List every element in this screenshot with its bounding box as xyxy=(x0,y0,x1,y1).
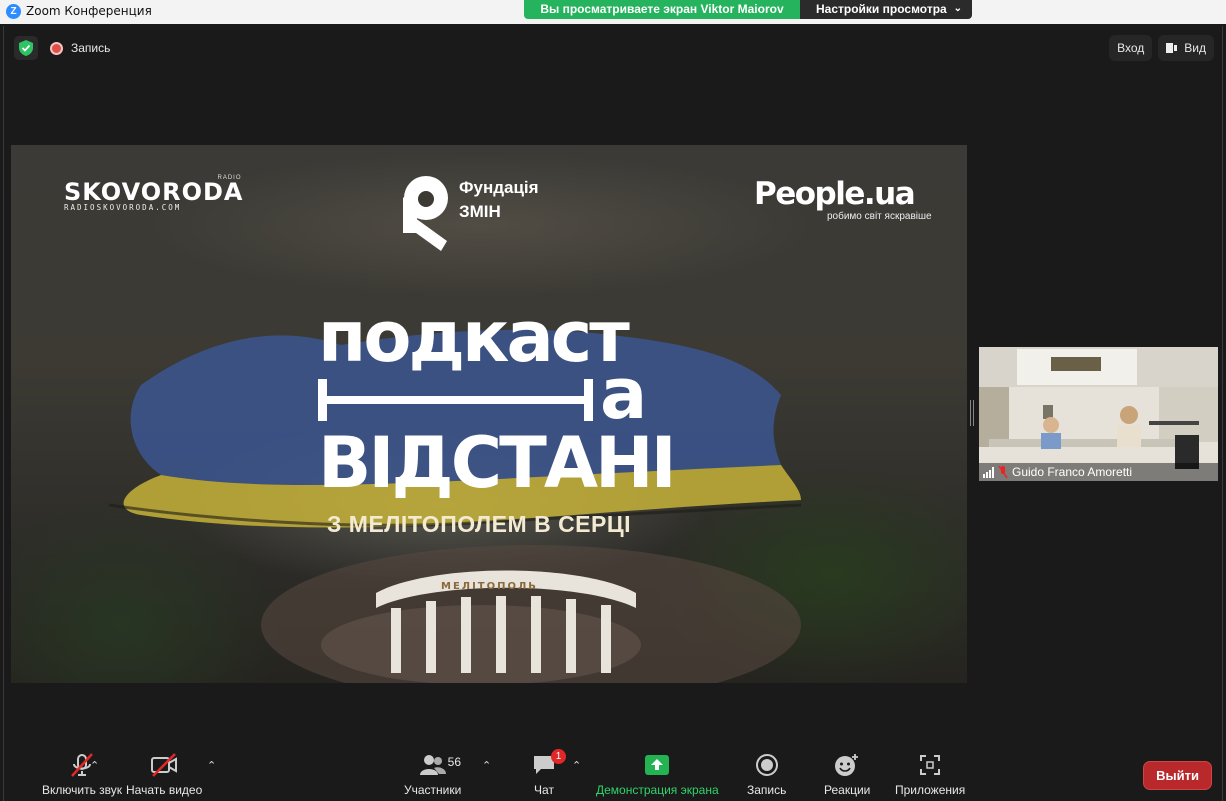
reactions-button[interactable]: Реакции xyxy=(824,749,870,797)
melitopol-arch-image: МЕЛІТОПОЛЬ xyxy=(371,553,641,683)
fund-name-line1: Фундація xyxy=(459,178,539,197)
headline-line3: ВІДСТАНІ xyxy=(318,422,677,504)
meeting-window: Запись Вход Вид RADIO SKOVORODA RADIOSKO… xyxy=(3,26,1223,801)
people-ua-logo: People.ua робимо світ яскравіше xyxy=(754,176,932,222)
recording-indicator[interactable]: Запись xyxy=(50,41,110,55)
view-settings-label: Настройки просмотра xyxy=(816,2,947,16)
fund-logo-icon xyxy=(403,176,448,251)
meeting-toolbar: Включить звук ⌃ Начать видео ⌃ 56 Участн… xyxy=(4,745,1224,801)
reactions-smiley-icon xyxy=(835,754,859,776)
share-screen-icon xyxy=(645,755,670,775)
view-button[interactable]: Вид xyxy=(1158,35,1214,61)
participant-video-image xyxy=(979,347,1218,481)
chat-options-caret-icon[interactable]: ⌃ xyxy=(572,759,581,772)
chat-button[interactable]: 1 Чат xyxy=(532,749,566,797)
headline-line2: а xyxy=(318,359,668,431)
chat-unread-badge: 1 xyxy=(551,749,566,764)
podcast-headline: подкаст а ВІДСТАНІ xyxy=(318,302,677,504)
signal-strength-icon xyxy=(983,466,994,478)
security-shield-icon[interactable] xyxy=(14,36,38,60)
share-screen-label: Демонстрация экрана xyxy=(596,783,719,797)
fund-changes-logo: Фундація ЗМІН xyxy=(403,175,539,251)
recording-label: Запись xyxy=(71,41,111,55)
skovoroda-radio-label: RADIO xyxy=(217,175,242,181)
fund-name-line2: ЗМІН xyxy=(459,202,501,221)
unmute-label: Включить звук xyxy=(42,783,123,797)
view-settings-button[interactable]: Настройки просмотра ⌄ xyxy=(800,0,972,19)
record-button[interactable]: Запись xyxy=(747,749,786,797)
participants-options-caret-icon[interactable]: ⌃ xyxy=(482,759,491,772)
top-right-controls: Вход Вид xyxy=(1109,35,1214,61)
apps-label: Приложения xyxy=(895,783,966,797)
participant-name-bar: Guido Franco Amoretti xyxy=(979,463,1218,481)
shared-screen: RADIO SKOVORODA RADIOSKOVORODA.COM Фунда… xyxy=(11,145,967,683)
start-video-button[interactable]: Начать видео xyxy=(126,749,202,797)
start-video-label: Начать видео xyxy=(126,783,203,797)
video-options-caret-icon[interactable]: ⌃ xyxy=(207,759,216,772)
share-screen-button[interactable]: Демонстрация экрана xyxy=(596,749,719,797)
enter-button[interactable]: Вход xyxy=(1109,35,1153,61)
meeting-info-bar: Запись xyxy=(14,36,110,60)
people-ua-tagline: робимо світ яскравіше xyxy=(827,211,932,222)
headline-line2-text: а xyxy=(600,353,647,435)
recording-dot-icon xyxy=(50,41,63,55)
view-label: Вид xyxy=(1184,41,1206,55)
skovoroda-logo-text: SKOVORODA xyxy=(64,178,244,206)
people-ua-logo-text: People.ua xyxy=(754,176,916,212)
participants-icon xyxy=(419,755,446,775)
window-title: Zoom Конференция xyxy=(26,4,152,18)
unmute-button[interactable]: Включить звук xyxy=(42,749,122,797)
muted-mic-icon xyxy=(998,466,1008,478)
participants-button[interactable]: 56 Участники xyxy=(404,749,461,797)
viewing-screen-notice: Вы просматриваете экран Viktor Maiorov xyxy=(524,0,800,19)
audio-options-caret-icon[interactable]: ⌃ xyxy=(90,759,99,772)
view-grid-icon xyxy=(1166,43,1178,53)
zoom-logo-icon: Z xyxy=(6,4,21,19)
leave-meeting-button[interactable]: Выйти xyxy=(1143,761,1212,790)
participant-name: Guido Franco Amoretti xyxy=(1012,465,1133,479)
participants-label: Участники xyxy=(404,783,462,797)
chevron-down-icon: ⌄ xyxy=(953,3,962,14)
record-label: Запись xyxy=(747,783,787,797)
arch-text: МЕЛІТОПОЛЬ xyxy=(441,581,538,592)
share-banner: Вы просматриваете экран Viktor Maiorov Н… xyxy=(524,0,972,19)
reactions-label: Реакции xyxy=(824,783,871,797)
participants-count: 56 xyxy=(447,755,462,769)
apps-icon xyxy=(920,755,941,775)
podcast-subheadline: З МЕЛІТОПОЛЕМ В СЕРЦІ xyxy=(327,511,632,537)
skovoroda-logo: RADIO SKOVORODA RADIOSKOVORODA.COM xyxy=(64,175,244,212)
video-off-icon xyxy=(151,753,178,777)
participant-video-thumbnail[interactable]: Guido Franco Amoretti xyxy=(979,347,1218,481)
chat-label: Чат xyxy=(534,783,554,797)
apps-button[interactable]: Приложения xyxy=(895,749,965,797)
record-icon xyxy=(755,754,778,776)
resize-handle[interactable] xyxy=(970,400,974,426)
